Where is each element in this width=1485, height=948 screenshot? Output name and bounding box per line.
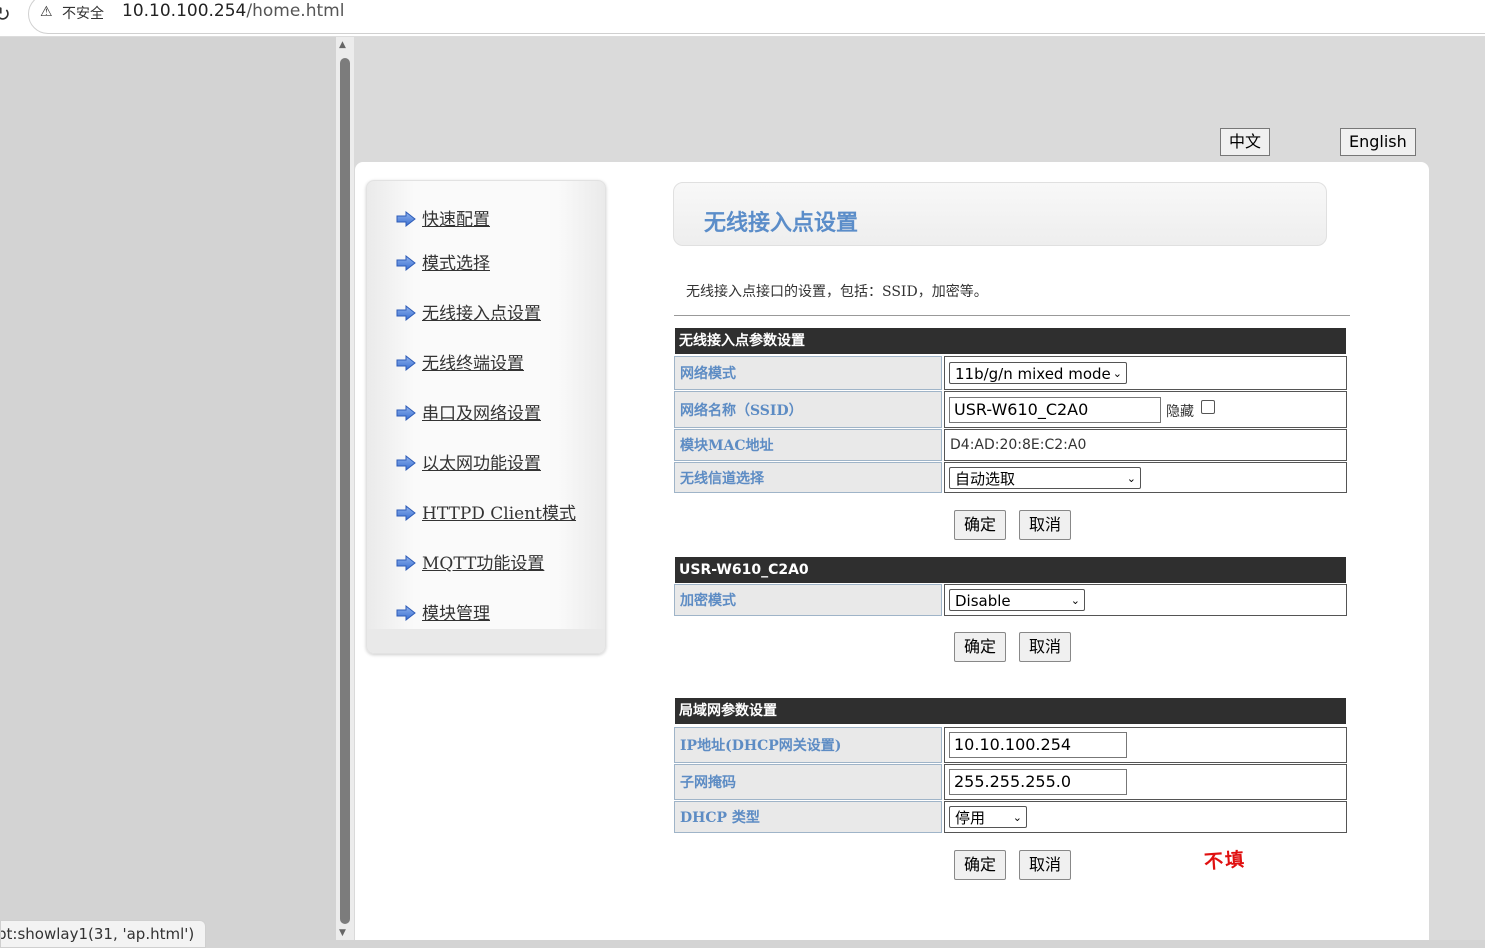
- mask-label: 子网掩码: [674, 764, 942, 800]
- network-mode-label: 网络模式: [674, 356, 942, 390]
- channel-cell: 自动选取 ⌄: [944, 462, 1347, 493]
- security-cancel-button[interactable]: 取消: [1019, 632, 1071, 662]
- sidebar-item-label: 串口及网络设置: [422, 404, 541, 424]
- hide-label: 隐藏: [1166, 404, 1194, 420]
- ap-cancel-button[interactable]: 取消: [1019, 510, 1071, 540]
- encrypt-select[interactable]: Disable ⌄: [949, 589, 1085, 611]
- chevron-down-icon: ⌄: [1070, 594, 1080, 607]
- network-mode-value: 11b/g/n mixed mode: [955, 365, 1111, 383]
- ssid-cell: USR-W610_C2A0 隐藏: [944, 391, 1347, 428]
- sidebar-item-1[interactable]: 快速配置: [396, 205, 490, 230]
- sidebar-item-8[interactable]: MQTT功能设置: [396, 549, 544, 574]
- arrow-right-icon: [396, 404, 416, 422]
- arrow-right-icon: [396, 504, 416, 522]
- ssid-label: 网络名称（SSID）: [674, 391, 942, 428]
- security-header: USR-W610_C2A0: [675, 557, 1346, 583]
- dhcp-label: DHCP 类型: [674, 801, 942, 833]
- scrollbar-thumb[interactable]: [340, 58, 350, 924]
- lang-english-button[interactable]: English: [1340, 128, 1416, 156]
- ssid-input[interactable]: USR-W610_C2A0: [949, 397, 1161, 423]
- arrow-right-icon: [396, 554, 416, 572]
- url-text[interactable]: 10.10.100.254/home.html: [122, 1, 344, 21]
- ip-input[interactable]: 10.10.100.254: [949, 732, 1127, 758]
- arrow-right-icon: [396, 304, 416, 322]
- reload-icon[interactable]: ↻: [0, 2, 11, 26]
- mac-cell: D4:AD:20:8E:C2:A0: [944, 429, 1347, 461]
- arrow-right-icon: [396, 354, 416, 372]
- sidebar-item-7[interactable]: HTTPD Client模式: [396, 499, 576, 524]
- status-bar: pt:showlay1(31, 'ap.html'): [0, 920, 206, 948]
- mask-input[interactable]: 255.255.255.0: [949, 769, 1127, 795]
- ip-row: IP地址(DHCP网关设置) 10.10.100.254: [674, 727, 1347, 763]
- mac-label: 模块MAC地址: [674, 429, 942, 461]
- dhcp-row: DHCP 类型 停用 ⌄: [674, 801, 1347, 833]
- sidebar-item-6[interactable]: 以太网功能设置: [396, 449, 541, 474]
- browser-address-bar: ↻ ⚠ 不安全 10.10.100.254/home.html: [0, 0, 1485, 37]
- chevron-down-icon: ⌄: [1012, 811, 1022, 824]
- ap-params-header: 无线接入点参数设置: [675, 328, 1346, 354]
- lan-cancel-button[interactable]: 取消: [1019, 850, 1071, 880]
- encrypt-value: Disable: [955, 592, 1011, 610]
- mask-cell: 255.255.255.0: [944, 764, 1347, 800]
- lan-header: 局域网参数设置: [675, 698, 1346, 724]
- encrypt-row: 加密模式 Disable ⌄: [674, 584, 1347, 616]
- status-text: pt:showlay1(31, 'ap.html'): [0, 925, 195, 943]
- mask-row: 子网掩码 255.255.255.0: [674, 764, 1347, 800]
- dhcp-cell: 停用 ⌄: [944, 801, 1347, 833]
- sidebar-item-label: HTTPD Client模式: [422, 504, 577, 524]
- ssid-row: 网络名称（SSID） USR-W610_C2A0 隐藏: [674, 391, 1347, 428]
- lan-ok-button[interactable]: 确定: [954, 850, 1006, 880]
- dhcp-value: 停用: [955, 809, 986, 827]
- sidebar-item-label: 模式选择: [422, 254, 490, 274]
- mac-row: 模块MAC地址 D4:AD:20:8E:C2:A0: [674, 429, 1347, 461]
- ap-ok-button[interactable]: 确定: [954, 510, 1006, 540]
- scroll-down-icon[interactable]: ▼: [339, 928, 346, 938]
- security-ok-button[interactable]: 确定: [954, 632, 1006, 662]
- sidebar-item-label: 以太网功能设置: [422, 454, 541, 474]
- page-title: 无线接入点设置: [704, 211, 859, 236]
- left-frame: [0, 37, 336, 940]
- sidebar-item-label: 无线终端设置: [422, 354, 524, 374]
- channel-row: 无线信道选择 自动选取 ⌄: [674, 462, 1347, 493]
- warning-icon[interactable]: ⚠: [40, 4, 53, 20]
- url-path: /home.html: [246, 1, 345, 21]
- sidebar-item-label: 无线接入点设置: [422, 304, 541, 324]
- url-host: 10.10.100.254: [122, 1, 247, 21]
- chevron-down-icon: ⌄: [1126, 472, 1136, 485]
- dhcp-select[interactable]: 停用 ⌄: [949, 806, 1027, 828]
- hide-ssid-checkbox[interactable]: [1201, 400, 1215, 414]
- encrypt-cell: Disable ⌄: [944, 584, 1347, 616]
- handwritten-annotation: 不填: [1203, 848, 1247, 874]
- arrow-right-icon: [396, 254, 416, 272]
- menu-footer: [367, 629, 605, 653]
- encrypt-label: 加密模式: [674, 584, 942, 616]
- sidebar-item-3[interactable]: 无线接入点设置: [396, 299, 541, 324]
- arrow-right-icon: [396, 454, 416, 472]
- sidebar-item-2[interactable]: 模式选择: [396, 249, 490, 274]
- arrow-right-icon: [396, 604, 416, 622]
- page-description: 无线接入点接口的设置，包括：SSID，加密等。: [686, 284, 988, 300]
- chevron-down-icon: ⌄: [1112, 367, 1122, 380]
- channel-value: 自动选取: [955, 470, 1016, 488]
- channel-select[interactable]: 自动选取 ⌄: [949, 467, 1141, 489]
- ip-cell: 10.10.100.254: [944, 727, 1347, 763]
- network-mode-cell: 11b/g/n mixed mode ⌄: [944, 356, 1347, 390]
- sidebar-item-5[interactable]: 串口及网络设置: [396, 399, 541, 424]
- ip-label: IP地址(DHCP网关设置): [674, 727, 942, 763]
- lang-chinese-button[interactable]: 中文: [1220, 128, 1271, 156]
- mac-value: D4:AD:20:8E:C2:A0: [950, 437, 1087, 453]
- divider: [674, 315, 1350, 316]
- arrow-right-icon: [396, 210, 416, 228]
- sidebar-item-4[interactable]: 无线终端设置: [396, 349, 524, 374]
- network-mode-row: 网络模式 11b/g/n mixed mode ⌄: [674, 356, 1347, 390]
- sidebar-item-label: 模块管理: [422, 604, 490, 624]
- network-mode-select[interactable]: 11b/g/n mixed mode ⌄: [949, 362, 1127, 384]
- security-label[interactable]: 不安全: [62, 3, 104, 23]
- sidebar-item-9[interactable]: 模块管理: [396, 599, 490, 624]
- sidebar-item-label: MQTT功能设置: [422, 554, 545, 574]
- channel-label: 无线信道选择: [674, 462, 942, 493]
- sidebar-item-label: 快速配置: [422, 210, 490, 230]
- scroll-up-icon[interactable]: ▲: [339, 40, 346, 50]
